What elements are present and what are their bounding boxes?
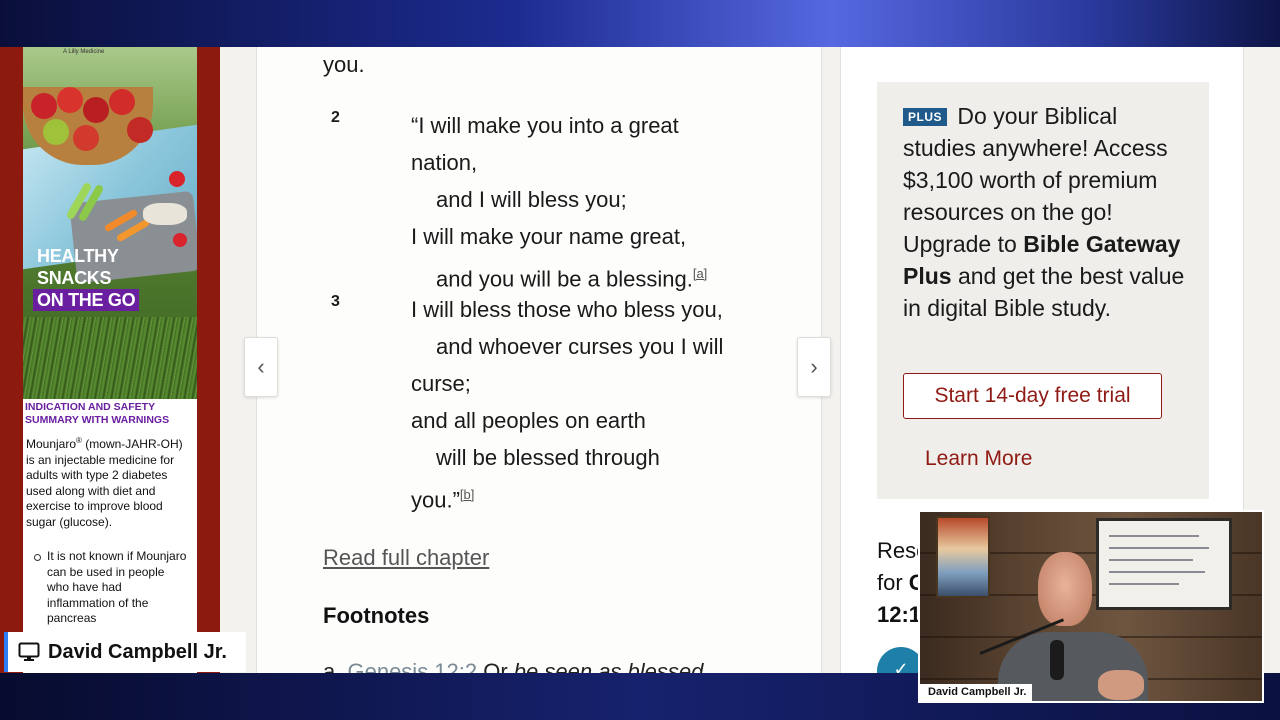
verse-3-line: and whoever curses you I will	[436, 334, 724, 359]
ad-isi-title: INDICATION AND SAFETY SUMMARY WITH WARNI…	[25, 401, 170, 426]
read-full-chapter-link[interactable]: Read full chapter	[323, 545, 489, 571]
verse-3-line: and all peoples on earth	[411, 408, 646, 433]
wall-picture	[936, 516, 990, 598]
stream-top-background	[0, 0, 1280, 47]
verse-2-line: and I will bless you;	[436, 187, 627, 212]
webcam-overlay: David Campbell Jr.	[918, 510, 1264, 703]
presenter-name: David Campbell Jr.	[48, 640, 227, 663]
footnote-a-link[interactable]: [a]	[693, 266, 707, 281]
verse-3-line: I will bless those who bless you,	[411, 297, 723, 322]
footnotes-heading: Footnotes	[323, 603, 430, 628]
plus-badge: PLUS	[903, 108, 948, 126]
advertisement-banner[interactable]: A Lilly Medicine HEALTHY SNACKS ON THE G…	[0, 47, 220, 673]
passage-reader: you. 2 “I will make you into a great nat…	[256, 47, 822, 673]
verse-2-line: “I will make you into a great	[411, 113, 679, 138]
verse-number-3: 3	[331, 293, 340, 310]
presenter-head	[1038, 552, 1092, 626]
start-free-trial-button[interactable]: Start 14-day free trial	[903, 373, 1162, 419]
ad-content[interactable]: A Lilly Medicine HEALTHY SNACKS ON THE G…	[23, 47, 197, 673]
previous-verse-tail: you.	[323, 52, 365, 77]
verse-3-line: curse;	[411, 371, 471, 396]
verse-3-line: will be blessed through	[436, 445, 660, 470]
ad-photo: A Lilly Medicine HEALTHY SNACKS ON THE G…	[23, 47, 197, 399]
presenter-name-tag: David Campbell Jr.	[4, 632, 246, 672]
ad-brand-text: A Lilly Medicine	[63, 49, 105, 55]
verse-2-line: nation,	[411, 150, 478, 175]
plus-promo-card: PLUS Do your Biblical studies anywhere! …	[877, 82, 1209, 499]
footnote-b-link[interactable]: [b]	[460, 487, 474, 502]
previous-chapter-button[interactable]: ‹	[244, 337, 278, 397]
learn-more-link[interactable]: Learn More	[925, 447, 1032, 471]
footnote-a: a. Genesis 12:2 Or be seen as blessed	[323, 659, 703, 673]
footnote-reference-link[interactable]: Genesis 12:2	[347, 659, 477, 673]
ad-isi-bullet: It is not known if Mounjaro can be used …	[34, 549, 187, 625]
monitor-icon	[18, 642, 40, 662]
promo-text: PLUS Do your Biblical studies anywhere! …	[903, 103, 1185, 321]
verse-number-2: 2	[331, 109, 340, 126]
whiteboard	[1096, 518, 1232, 610]
ad-isi-body: Mounjaro® (mown-JAHR-OH) is an injectabl…	[26, 436, 183, 529]
verse-2-line: I will make your name great,	[411, 224, 687, 249]
next-chapter-button[interactable]: ›	[797, 337, 831, 397]
webcam-name-label: David Campbell Jr.	[920, 684, 1033, 701]
verse-3-line: you.”[b]	[411, 487, 475, 513]
microphone	[1050, 640, 1064, 680]
ad-headline: HEALTHY SNACKS ON THE GO	[33, 245, 140, 311]
